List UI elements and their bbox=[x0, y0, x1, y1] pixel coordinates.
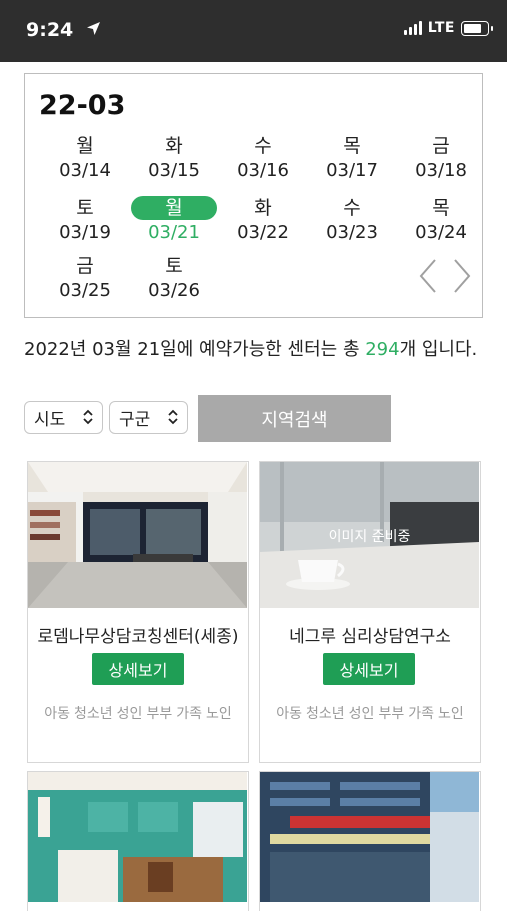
day-of-week: 수 bbox=[254, 135, 272, 157]
availability-summary: 2022년 03월 21일에 예약가능한 센터는 총 294개 입니다. bbox=[24, 336, 484, 363]
day-of-week: 화 bbox=[165, 135, 183, 157]
center-name: 네그루 심리상담연구소 bbox=[289, 627, 451, 647]
tag: 부부 bbox=[146, 706, 173, 722]
calendar-day[interactable]: 월 03/21 bbox=[129, 196, 219, 252]
summary-prefix: 2022년 03월 21일에 예약가능한 센터는 총 bbox=[24, 339, 366, 360]
center-card: 이미지 준비중 네그루 심리상담연구소 상세보기 아동 청소년 성인 부부 가족 노인 bbox=[259, 461, 481, 763]
target-tags: 아동 청소년 성인 부부 가족 노인 bbox=[260, 703, 480, 723]
calendar-day[interactable]: 토 03/19 bbox=[40, 196, 130, 252]
detail-button[interactable]: 상세보기 bbox=[323, 653, 415, 685]
day-date: 03/25 bbox=[59, 280, 111, 301]
day-date: 03/17 bbox=[326, 160, 378, 181]
center-photo bbox=[28, 772, 247, 902]
status-bar: 9:24 LTE bbox=[0, 0, 507, 62]
day-of-week: 금 bbox=[432, 135, 450, 157]
month-label: 22-03 bbox=[39, 90, 126, 121]
calendar-day[interactable]: 토 03/26 bbox=[129, 254, 219, 310]
day-date: 03/24 bbox=[415, 222, 467, 243]
day-of-week: 목 bbox=[343, 135, 361, 157]
battery-icon bbox=[461, 20, 493, 36]
center-photo bbox=[260, 772, 479, 902]
day-of-week: 토 bbox=[165, 255, 183, 277]
calendar-day[interactable]: 수 03/16 bbox=[218, 134, 308, 190]
day-date: 03/19 bbox=[59, 222, 111, 243]
center-card bbox=[27, 771, 249, 911]
day-of-week: 월 bbox=[76, 135, 94, 157]
day-date: 03/22 bbox=[237, 222, 289, 243]
region-search-button[interactable]: 지역검색 bbox=[198, 395, 391, 442]
center-card: 로뎀나무상담코칭센터(세종) 상세보기 아동 청소년 성인 부부 가족 노인 bbox=[27, 461, 249, 763]
signal-icon bbox=[403, 21, 422, 35]
day-of-week: 금 bbox=[76, 255, 94, 277]
day-date: 03/21 bbox=[148, 222, 200, 243]
center-count: 294 bbox=[365, 339, 400, 360]
updown-caret-icon bbox=[167, 409, 179, 425]
day-date: 03/15 bbox=[148, 160, 200, 181]
tag: 가족 bbox=[408, 706, 434, 722]
tag: 성인 bbox=[348, 706, 375, 722]
day-of-week: 목 bbox=[432, 197, 450, 219]
summary-suffix: 개 입니다. bbox=[399, 339, 478, 360]
tag: 청소년 bbox=[306, 706, 345, 722]
tag: 아동 bbox=[276, 706, 303, 722]
day-of-week: 토 bbox=[76, 197, 94, 219]
calendar-day[interactable]: 목 03/17 bbox=[307, 134, 397, 190]
detail-button[interactable]: 상세보기 bbox=[92, 653, 184, 685]
photo-placeholder-caption: 이미지 준비중 bbox=[328, 529, 411, 545]
prev-week-button[interactable] bbox=[415, 258, 443, 294]
calendar-day[interactable]: 화 03/15 bbox=[129, 134, 219, 190]
gugun-select[interactable]: 구군 bbox=[109, 401, 188, 434]
day-date: 03/16 bbox=[237, 160, 289, 181]
time-text: 9:24 bbox=[26, 19, 74, 41]
day-date: 03/14 bbox=[59, 160, 111, 181]
location-arrow-icon bbox=[86, 21, 101, 40]
day-of-week: 수 bbox=[343, 197, 361, 219]
tag: 부부 bbox=[378, 706, 405, 722]
center-photo bbox=[28, 462, 247, 608]
network-type: LTE bbox=[427, 20, 455, 36]
day-of-week: 월 bbox=[131, 196, 217, 220]
tag: 가족 bbox=[176, 706, 202, 722]
calendar-day[interactable]: 목 03/24 bbox=[396, 196, 486, 252]
tag: 노인 bbox=[437, 706, 464, 722]
tag: 노인 bbox=[205, 706, 232, 722]
clock: 9:24 bbox=[26, 19, 101, 41]
tag: 성인 bbox=[116, 706, 143, 722]
day-date: 03/26 bbox=[148, 280, 200, 301]
date-picker: 22-03 월 03/14 화 03/15 수 03/16 목 03/17 금 03/18 토 03/… bbox=[24, 73, 483, 318]
calendar-day[interactable]: 화 03/22 bbox=[218, 196, 308, 252]
target-tags: 아동 청소년 성인 부부 가족 노인 bbox=[28, 703, 248, 723]
day-date: 03/23 bbox=[326, 222, 378, 243]
center-name: 로뎀나무상담코칭센터(세종) bbox=[37, 627, 239, 647]
center-card bbox=[259, 771, 481, 911]
day-of-week: 화 bbox=[254, 197, 272, 219]
tag: 청소년 bbox=[74, 706, 113, 722]
calendar-day[interactable]: 금 03/18 bbox=[396, 134, 486, 190]
gugun-select-value: 구군 bbox=[119, 410, 151, 430]
sido-select-value: 시도 bbox=[34, 410, 66, 430]
calendar-day[interactable]: 월 03/14 bbox=[40, 134, 130, 190]
tag: 아동 bbox=[44, 706, 71, 722]
calendar-day[interactable]: 수 03/23 bbox=[307, 196, 397, 252]
updown-caret-icon bbox=[82, 409, 94, 425]
day-date: 03/18 bbox=[415, 160, 467, 181]
next-week-button[interactable] bbox=[447, 258, 475, 294]
calendar-day[interactable]: 금 03/25 bbox=[40, 254, 130, 310]
sido-select[interactable]: 시도 bbox=[24, 401, 103, 434]
